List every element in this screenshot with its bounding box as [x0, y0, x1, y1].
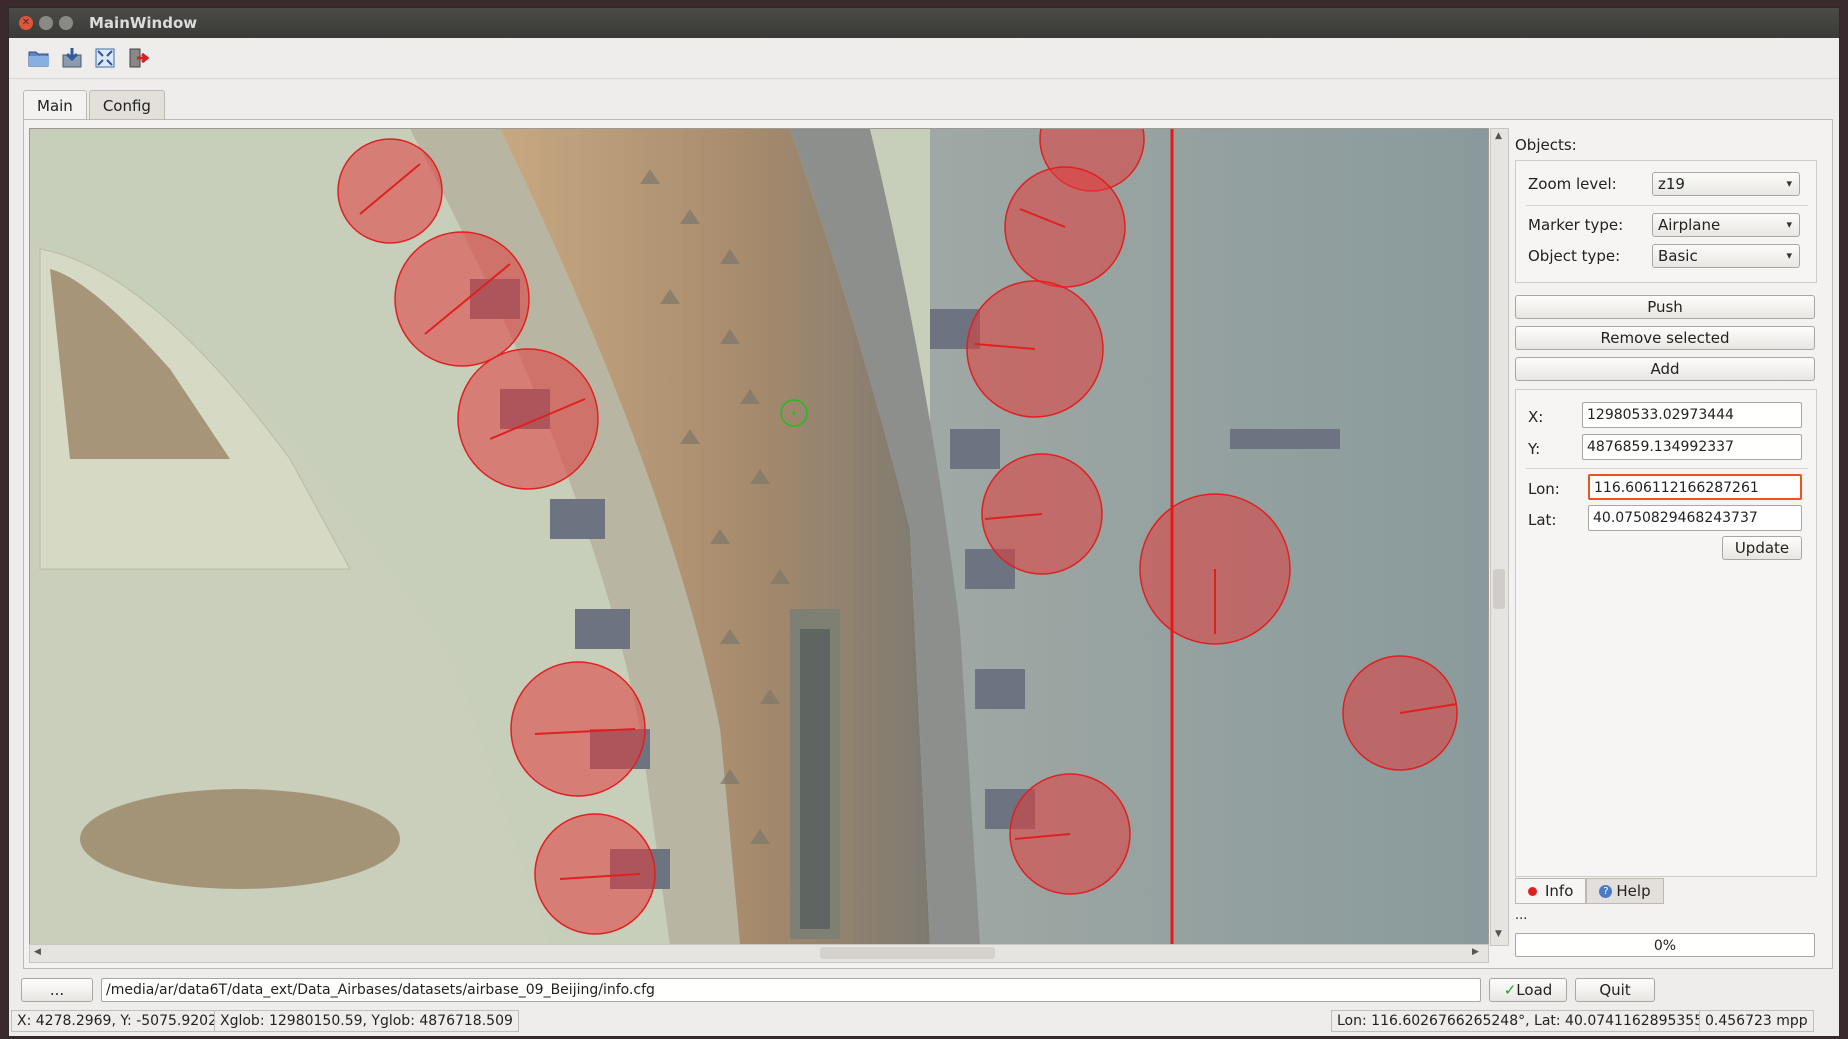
object-type-select[interactable]: Basic: [1652, 244, 1800, 268]
map-view[interactable]: [29, 128, 1489, 946]
info-dot-icon: [1528, 886, 1537, 896]
x-label: X:: [1528, 408, 1544, 426]
satellite-image: [30, 129, 1488, 945]
close-window-icon[interactable]: ✕: [19, 16, 33, 30]
config-path-field[interactable]: /media/ar/data6T/data_ext/Data_Airbases/…: [101, 978, 1481, 1002]
tab-main[interactable]: Main: [23, 90, 87, 120]
y-field[interactable]: 4876859.134992337: [1582, 434, 1802, 460]
open-folder-icon[interactable]: [27, 46, 51, 70]
info-help-tabs: Info ? Help: [1515, 878, 1664, 904]
exit-icon[interactable]: [126, 46, 150, 70]
quit-button[interactable]: Quit: [1575, 978, 1655, 1002]
remove-selected-button[interactable]: Remove selected: [1515, 326, 1815, 350]
tab-help-label: Help: [1616, 882, 1651, 900]
marker-type-select[interactable]: Airplane: [1652, 213, 1800, 237]
update-button[interactable]: Update: [1722, 536, 1802, 560]
zoom-level-label: Zoom level:: [1528, 175, 1617, 193]
local-coords: X: 4278.2969, Y: -5075.9202: [11, 1010, 223, 1032]
global-coords: Xglob: 12980150.59, Yglob: 4876718.509: [214, 1010, 519, 1032]
scroll-down-icon[interactable]: ▼: [1495, 929, 1502, 939]
vertical-scroll-thumb[interactable]: [1493, 569, 1505, 609]
zoom-level-select[interactable]: z19: [1652, 172, 1800, 196]
mpp-readout: 0.456723 mpp: [1699, 1010, 1814, 1032]
horizontal-scroll-thumb[interactable]: [820, 947, 995, 959]
title-bar: ✕ MainWindow: [9, 8, 1839, 38]
lonlat-readout: Lon: 116.6026766265248°, Lat: 40.0741162…: [1331, 1010, 1726, 1032]
add-button[interactable]: Add: [1515, 357, 1815, 381]
coordinates-group: X: 12980533.02973444 Y: 4876859.13499233…: [1515, 389, 1817, 877]
scroll-left-icon[interactable]: ◀: [34, 947, 41, 957]
browse-button[interactable]: ...: [21, 978, 93, 1002]
check-icon: ✓: [1503, 981, 1517, 999]
y-label: Y:: [1528, 440, 1541, 458]
fullscreen-icon[interactable]: [93, 46, 117, 70]
maximize-window-icon[interactable]: [59, 16, 73, 30]
lat-label: Lat:: [1528, 511, 1557, 529]
load-label: Load: [1516, 981, 1553, 999]
map-vertical-scrollbar[interactable]: ▲ ▼: [1490, 128, 1509, 946]
lon-label: Lon:: [1528, 480, 1560, 498]
tab-help[interactable]: ? Help: [1586, 878, 1664, 904]
marker-type-label: Marker type:: [1528, 216, 1624, 234]
main-window: ✕ MainWindow Main Config ▲ ▼ ◀ ▶ Objects…: [8, 7, 1840, 1037]
toolbar: [9, 38, 1839, 79]
help-icon: ?: [1599, 884, 1613, 898]
status-ellipsis: ...: [1515, 908, 1528, 923]
push-button[interactable]: Push: [1515, 295, 1815, 319]
scroll-up-icon[interactable]: ▲: [1495, 131, 1502, 141]
progress-bar: 0%: [1515, 933, 1815, 957]
lat-field[interactable]: 40.0750829468243737: [1588, 505, 1802, 531]
main-tabs: Main Config: [23, 90, 167, 120]
map-horizontal-scrollbar[interactable]: ◀ ▶: [29, 944, 1489, 963]
save-icon[interactable]: [60, 46, 84, 70]
tab-info-label: Info: [1545, 882, 1574, 900]
object-type-label: Object type:: [1528, 247, 1621, 265]
objects-label: Objects:: [1515, 136, 1577, 154]
minimize-window-icon[interactable]: [39, 16, 53, 30]
tab-config[interactable]: Config: [88, 90, 165, 120]
lon-field[interactable]: 116.606112166287261: [1588, 474, 1802, 500]
window-title: MainWindow: [89, 14, 198, 32]
load-button[interactable]: ✓Load: [1489, 978, 1567, 1002]
scroll-right-icon[interactable]: ▶: [1472, 947, 1479, 957]
settings-group: Zoom level: z19 Marker type: Airplane Ob…: [1515, 160, 1817, 283]
tab-info[interactable]: Info: [1515, 878, 1587, 904]
x-field[interactable]: 12980533.02973444: [1582, 402, 1802, 428]
status-bar: X: 4278.2969, Y: -5075.9202 Xglob: 12980…: [9, 1008, 1839, 1035]
